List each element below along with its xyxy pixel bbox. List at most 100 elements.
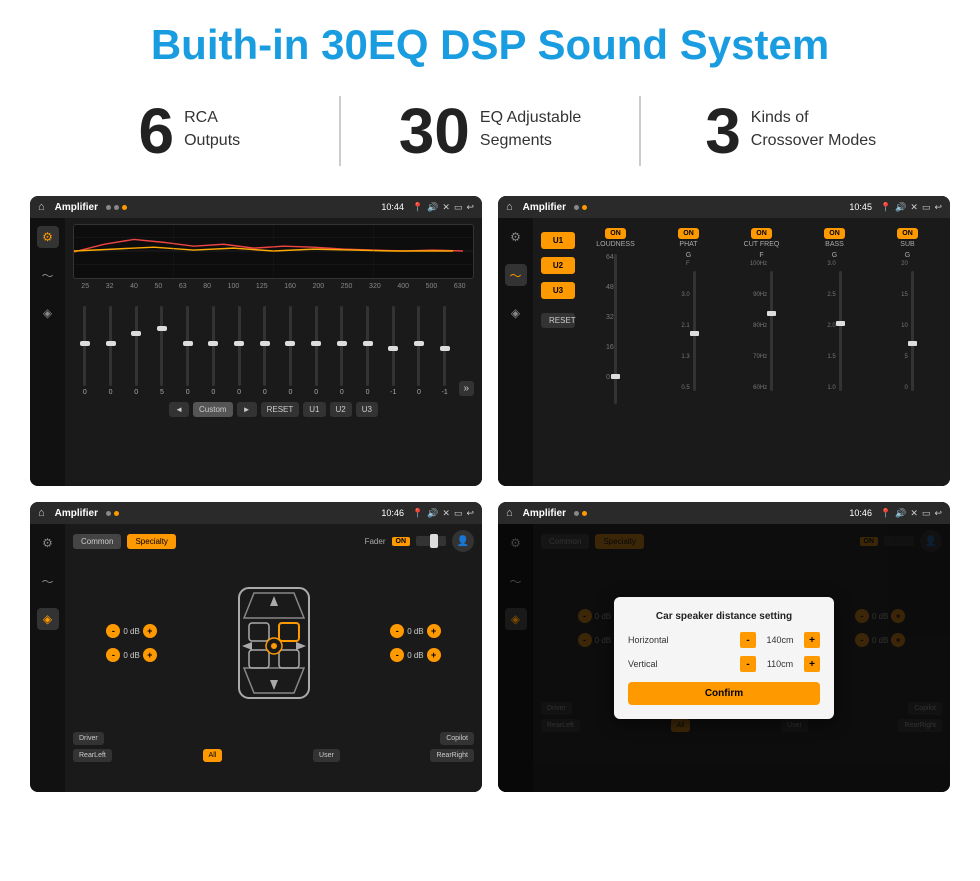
dwifi-icon: ✕: [910, 508, 918, 519]
slider-1[interactable]: 0: [73, 306, 97, 396]
cross-sidebar-icon3[interactable]: ◈: [505, 302, 527, 324]
rr-minus[interactable]: -: [390, 648, 404, 662]
cback-icon[interactable]: ↩: [934, 202, 942, 213]
slider-4[interactable]: 5: [150, 306, 174, 396]
cbat-icon: ▭: [922, 202, 931, 213]
crossover-home-icon[interactable]: ⌂: [506, 201, 513, 213]
slider-14[interactable]: 0: [407, 306, 431, 396]
bass-toggle[interactable]: ON: [824, 228, 845, 239]
ddot2: [582, 511, 587, 516]
fader-tab-common[interactable]: Common: [73, 534, 121, 549]
all-btn[interactable]: All: [203, 749, 223, 762]
cutfreq-toggle[interactable]: ON: [751, 228, 772, 239]
bass-title: BASS: [825, 241, 844, 248]
slider-3[interactable]: 0: [124, 306, 148, 396]
rearleft-btn[interactable]: RearLeft: [73, 749, 112, 762]
phat-toggle[interactable]: ON: [678, 228, 699, 239]
stat-crossover: 3 Kinds ofCrossover Modes: [661, 99, 920, 163]
back-icon[interactable]: ↩: [466, 202, 474, 213]
eq-custom-btn[interactable]: Custom: [193, 402, 233, 417]
preset-u1[interactable]: U1: [541, 232, 575, 249]
rr-plus[interactable]: +: [427, 648, 441, 662]
cross-sidebar-icon2[interactable]: 〜: [505, 264, 527, 286]
user-btn[interactable]: User: [313, 749, 340, 762]
slider-15[interactable]: -1: [433, 306, 457, 396]
horizontal-plus-btn[interactable]: +: [804, 632, 820, 648]
slider-7[interactable]: 0: [227, 306, 251, 396]
fl-minus[interactable]: -: [106, 624, 120, 638]
fader-person-icon[interactable]: 👤: [452, 530, 474, 552]
driver-btn[interactable]: Driver: [73, 732, 104, 745]
freq-500: 500: [426, 283, 438, 290]
dspk-icon: 🔊: [895, 508, 906, 519]
ddot1: [574, 511, 579, 516]
eq-sidebar-wave-icon[interactable]: 〜: [37, 264, 59, 286]
fader-sidebar-icon1[interactable]: ⚙: [37, 532, 59, 554]
sub-toggle[interactable]: ON: [897, 228, 918, 239]
slider-8[interactable]: 0: [253, 306, 277, 396]
rearright-btn[interactable]: RearRight: [430, 749, 474, 762]
distance-dialog: Car speaker distance setting Horizontal …: [614, 597, 834, 719]
confirm-button[interactable]: Confirm: [628, 682, 820, 705]
home-icon[interactable]: ⌂: [38, 201, 45, 213]
slider-2[interactable]: 0: [99, 306, 123, 396]
freq-125: 125: [256, 283, 268, 290]
cross-sidebar-icon1[interactable]: ⚙: [505, 226, 527, 248]
fader-home-icon[interactable]: ⌂: [38, 507, 45, 519]
fader-label: Fader: [365, 537, 386, 546]
preset-u3[interactable]: U3: [541, 282, 575, 299]
fl-plus[interactable]: +: [143, 624, 157, 638]
horizontal-minus-btn[interactable]: -: [740, 632, 756, 648]
stat-crossover-label: Kinds ofCrossover Modes: [751, 99, 876, 152]
freq-50: 50: [154, 283, 162, 290]
eq-u2-btn[interactable]: U2: [330, 402, 352, 417]
eq-u3-btn[interactable]: U3: [356, 402, 378, 417]
preset-u2[interactable]: U2: [541, 257, 575, 274]
fdot1: [106, 511, 111, 516]
expand-btn[interactable]: »: [459, 381, 475, 396]
eq-sidebar-eq-icon[interactable]: ⚙: [37, 226, 59, 248]
rl-minus[interactable]: -: [106, 648, 120, 662]
loudness-toggle[interactable]: ON: [605, 228, 626, 239]
vertical-plus-btn[interactable]: +: [804, 656, 820, 672]
distance-status-bar: ⌂ Amplifier 10:46 📍 🔊 ✕ ▭ ↩: [498, 502, 950, 524]
freq-25: 25: [81, 283, 89, 290]
distance-time: 10:46: [849, 508, 872, 518]
speaker-icon: 🔊: [427, 202, 438, 213]
crossover-reset-btn[interactable]: RESET: [541, 313, 575, 328]
location-icon: 📍: [412, 202, 423, 213]
crossover-app-name: Amplifier: [523, 202, 566, 213]
eq-next-btn[interactable]: ►: [237, 402, 257, 417]
crossover-main-area: U1 U2 U3 RESET ON LOUDNESS 64: [533, 218, 950, 486]
crossover-status-bar: ⌂ Amplifier 10:45 📍 🔊 ✕ ▭ ↩: [498, 196, 950, 218]
slider-9[interactable]: 0: [279, 306, 303, 396]
cutfreq-title: CUT FREQ: [744, 241, 780, 248]
eq-freq-labels: 25 32 40 50 63 80 100 125 160 200 250 32…: [73, 283, 474, 290]
distance-home-icon[interactable]: ⌂: [506, 507, 513, 519]
dot2: [114, 205, 119, 210]
eq-reset-btn[interactable]: RESET: [261, 402, 300, 417]
crossover-screen-content: ⚙ 〜 ◈ U1 U2 U3 RESET: [498, 218, 950, 486]
rl-value: 0 dB: [123, 651, 139, 660]
copilot-btn[interactable]: Copilot: [440, 732, 474, 745]
slider-10[interactable]: 0: [304, 306, 328, 396]
slider-13[interactable]: -1: [381, 306, 405, 396]
slider-5[interactable]: 0: [176, 306, 200, 396]
vertical-minus-btn[interactable]: -: [740, 656, 756, 672]
fader-sidebar-icon2[interactable]: 〜: [37, 570, 59, 592]
slider-12[interactable]: 0: [356, 306, 380, 396]
fr-plus[interactable]: +: [427, 624, 441, 638]
fader-tab-specialty[interactable]: Specialty: [127, 534, 175, 549]
fl-value: 0 dB: [123, 627, 139, 636]
dback-icon[interactable]: ↩: [934, 508, 942, 519]
fr-minus[interactable]: -: [390, 624, 404, 638]
fback-icon[interactable]: ↩: [466, 508, 474, 519]
eq-prev-btn[interactable]: ◄: [169, 402, 189, 417]
rl-plus[interactable]: +: [143, 648, 157, 662]
slider-6[interactable]: 0: [202, 306, 226, 396]
eq-u1-btn[interactable]: U1: [303, 402, 325, 417]
slider-11[interactable]: 0: [330, 306, 354, 396]
fader-sidebar-icon3[interactable]: ◈: [37, 608, 59, 630]
crossover-status-icons: 📍 🔊 ✕ ▭ ↩: [880, 202, 942, 213]
eq-sidebar-sound-icon[interactable]: ◈: [37, 302, 59, 324]
